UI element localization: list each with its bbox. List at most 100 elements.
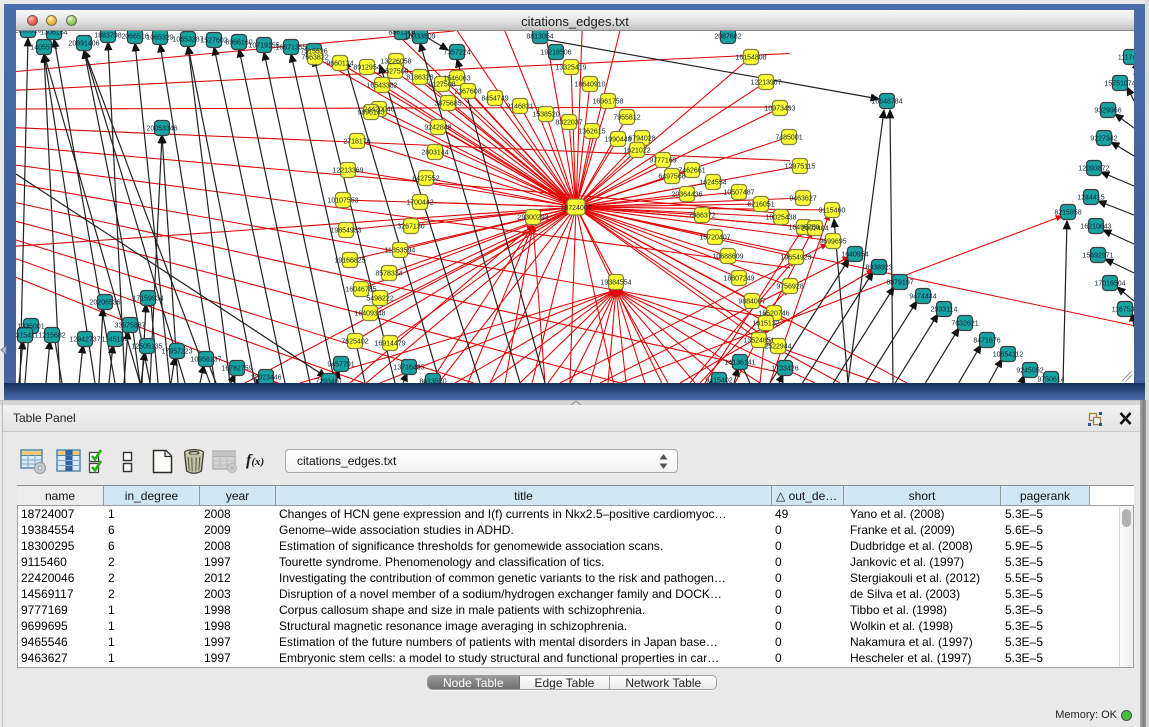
svg-text:18807249: 18807249	[723, 276, 754, 283]
svg-text:12093872: 12093872	[1078, 166, 1109, 173]
svg-text:7625402: 7625402	[341, 339, 368, 346]
svg-text:2087682: 2087682	[714, 34, 741, 41]
svg-text:10507487: 10507487	[723, 190, 754, 197]
svg-text:16961758: 16961758	[592, 99, 623, 106]
svg-text:9242848: 9242848	[424, 125, 451, 132]
svg-text:8938923: 8938923	[865, 265, 892, 272]
svg-text:13325419: 13325419	[555, 65, 586, 72]
svg-text:7485001: 7485001	[775, 135, 802, 142]
svg-text:1624554: 1624554	[699, 180, 726, 187]
svg-text:8215958: 8215958	[1054, 210, 1081, 217]
svg-text:29300293: 29300293	[517, 215, 548, 222]
svg-text:10653287: 10653287	[172, 37, 203, 44]
svg-text:8322037: 8322037	[555, 120, 582, 127]
svg-text:20206536: 20206536	[89, 300, 120, 307]
svg-text:20053346: 20053346	[146, 126, 177, 133]
svg-text:7462661: 7462661	[678, 168, 705, 175]
svg-text:2097404: 2097404	[801, 226, 828, 233]
svg-text:12942737: 12942737	[69, 337, 100, 344]
svg-text:9756928: 9756928	[776, 284, 803, 291]
svg-text:8813054: 8813054	[526, 34, 553, 41]
svg-text:18724007: 18724007	[560, 205, 591, 212]
svg-text:1306154: 1306154	[40, 31, 67, 37]
svg-text:2933114: 2933114	[931, 307, 958, 314]
svg-text:1215682: 1215682	[38, 333, 65, 340]
svg-text:9474444: 9474444	[909, 294, 936, 301]
svg-text:1527509: 1527509	[381, 69, 408, 76]
svg-text:8613550: 8613550	[419, 379, 446, 384]
svg-text:17016504: 17016504	[1094, 281, 1125, 288]
svg-text:1615132: 1615132	[752, 321, 779, 328]
svg-text:19384554: 19384554	[600, 280, 631, 287]
svg-text:9115460: 9115460	[819, 208, 846, 215]
svg-text:9896143: 9896143	[357, 110, 384, 117]
svg-text:7293461: 7293461	[315, 379, 342, 384]
svg-text:3267130: 3267130	[397, 224, 424, 231]
svg-text:5498222: 5498222	[366, 296, 393, 303]
svg-text:12975115: 12975115	[785, 164, 816, 171]
svg-text:16409348: 16409348	[354, 311, 385, 318]
svg-text:16543382: 16543382	[366, 83, 397, 90]
svg-text:15720407: 15720407	[699, 235, 730, 242]
svg-text:11353594: 11353594	[385, 248, 416, 255]
svg-text:18640910: 18640910	[574, 82, 605, 89]
svg-text:16914479: 16914479	[374, 341, 405, 348]
svg-text:1640954: 1640954	[841, 252, 868, 259]
svg-text:19166825: 19166825	[334, 258, 365, 265]
svg-text:9329966: 9329966	[1094, 108, 1121, 115]
svg-text:19854933: 19854933	[330, 228, 361, 235]
svg-text:12213369: 12213369	[332, 168, 363, 175]
svg-text:13226058: 13226058	[380, 59, 411, 66]
svg-text:16046785: 16046785	[345, 287, 376, 294]
svg-text:17159934: 17159934	[132, 296, 163, 303]
svg-text:1065329: 1065329	[146, 35, 173, 42]
svg-text:1527602: 1527602	[200, 38, 227, 45]
svg-text:12923446: 12923446	[250, 375, 281, 382]
svg-text:33975887: 33975887	[114, 323, 145, 330]
svg-text:1621022: 1621022	[623, 148, 650, 155]
svg-text:15751074: 15751074	[1104, 81, 1134, 88]
svg-text:3875685: 3875685	[434, 101, 461, 108]
svg-text:7986372: 7986372	[688, 213, 715, 220]
svg-text:2803144: 2803144	[421, 150, 448, 157]
svg-text:2066516: 2066516	[121, 34, 148, 41]
svg-text:8912954: 8912954	[353, 65, 380, 72]
svg-text:6497568: 6497568	[658, 174, 685, 181]
svg-text:15692971: 15692971	[1082, 253, 1113, 260]
svg-text:16033809: 16033809	[404, 34, 435, 41]
svg-text:10107553: 10107553	[327, 198, 358, 205]
svg-text:1335001: 1335001	[17, 324, 44, 331]
svg-text:1167534: 1167534	[1112, 307, 1134, 314]
svg-text:9415402: 9415402	[705, 378, 732, 384]
svg-text:1538520: 1538520	[532, 112, 559, 119]
svg-text:8186328: 8186328	[406, 75, 433, 82]
svg-text:1362615: 1362615	[578, 129, 605, 136]
svg-text:1244415: 1244415	[1077, 195, 1104, 202]
svg-text:14136141: 14136141	[724, 360, 755, 367]
svg-text:16782759: 16782759	[221, 366, 252, 373]
svg-text:16154808: 16154808	[735, 55, 766, 62]
svg-text:9245052: 9245052	[1016, 368, 1043, 375]
svg-text:8578334: 8578334	[375, 271, 402, 278]
svg-text:19218506: 19218506	[540, 50, 571, 57]
svg-text:20364436: 20364436	[671, 192, 702, 199]
svg-text:10973493: 10973493	[764, 106, 795, 113]
svg-text:9750614: 9750614	[1037, 377, 1064, 384]
svg-text:7632621: 7632621	[951, 321, 978, 328]
svg-text:9884007: 9884007	[738, 299, 765, 306]
svg-text:9699695: 9699695	[819, 239, 846, 246]
svg-text:10958137: 10958137	[190, 357, 221, 364]
svg-text:9777169: 9777169	[649, 158, 676, 165]
svg-text:9463627: 9463627	[789, 196, 816, 203]
svg-text:9660124: 9660124	[326, 61, 353, 68]
svg-text:1700442: 1700442	[406, 200, 433, 207]
svg-text:2265916: 2265916	[16, 31, 42, 35]
svg-text:9227342: 9227342	[1090, 136, 1117, 143]
svg-text:12505135: 12505135	[131, 344, 162, 351]
svg-text:8454749: 8454749	[481, 96, 508, 103]
svg-text:1405574: 1405574	[30, 45, 57, 52]
svg-text:9146821: 9146821	[506, 104, 533, 111]
svg-text:2718176: 2718176	[343, 139, 370, 146]
svg-text:10688609: 10688609	[712, 254, 743, 261]
svg-text:20691406: 20691406	[68, 41, 99, 48]
